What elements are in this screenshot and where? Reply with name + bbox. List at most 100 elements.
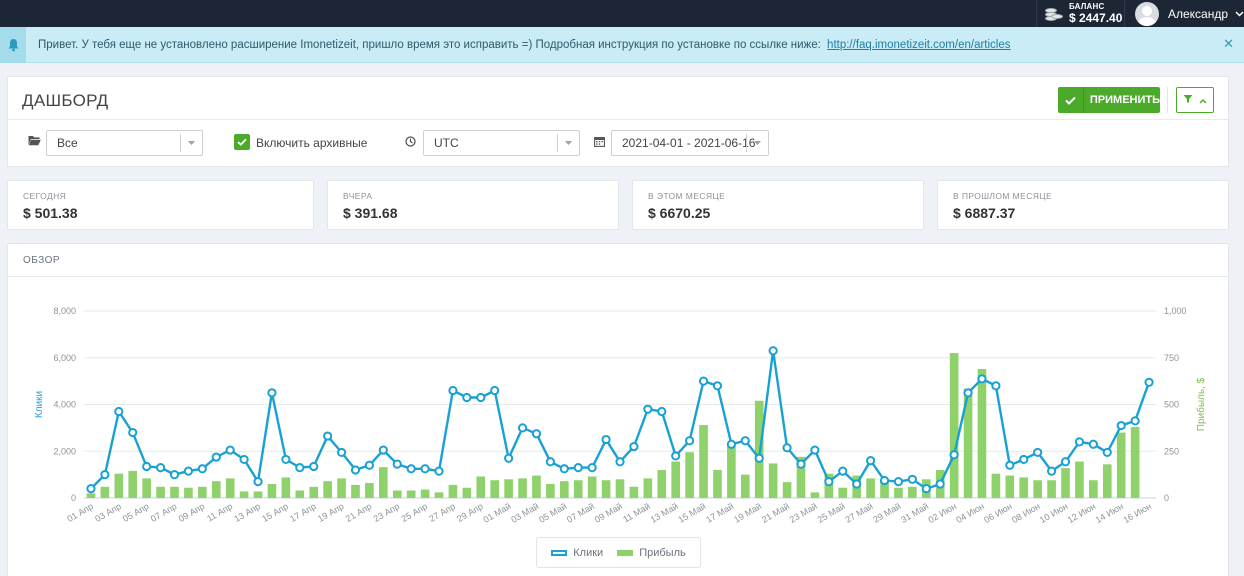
clicks-point: [977, 374, 987, 384]
clicks-point: [601, 434, 611, 445]
y-left-tick-label: 6,000: [53, 353, 76, 363]
date-range-picker[interactable]: 2021-04-01 - 2021-06-16: [611, 130, 769, 156]
include-archived-checkbox[interactable]: [234, 134, 250, 150]
include-archived-label: Включить архивные: [256, 136, 368, 150]
clicks-point: [295, 463, 305, 473]
x-tick-label: 12 Июн: [1066, 501, 1098, 525]
x-tick-label: 16 Июн: [1121, 501, 1153, 525]
profit-bar: [518, 478, 527, 498]
profit-bar: [643, 478, 653, 498]
x-tick-label: 11 Апр: [205, 501, 234, 524]
clicks-point: [364, 460, 375, 470]
clicks-point: [782, 443, 792, 453]
clicks-point: [211, 452, 221, 462]
clicks-point: [183, 466, 194, 476]
profit-bar: [448, 484, 458, 498]
profit-bar: [309, 486, 319, 498]
profit-bar: [1047, 480, 1056, 498]
caret-down-icon: [557, 134, 579, 152]
profit-bar: [977, 368, 987, 498]
x-tick-label: 19 Апр: [316, 501, 346, 524]
clicks-point: [434, 466, 444, 476]
clicks-point: [1060, 457, 1071, 467]
clicks-point: [1116, 420, 1126, 431]
profit-bar: [713, 469, 722, 498]
profit-bar: [267, 483, 277, 498]
coins-icon: [1043, 4, 1063, 24]
faq-link[interactable]: http://faq.imonetizeit.com/en/articles: [827, 39, 1010, 51]
clicks-point: [685, 436, 695, 446]
profit-bar: [365, 483, 374, 498]
y-right-tick-label: 250: [1164, 446, 1179, 456]
legend-item-clicks[interactable]: Клики: [551, 547, 603, 559]
clicks-point: [253, 477, 263, 487]
profit-bar: [434, 492, 444, 498]
profit-bar: [782, 482, 792, 498]
legend-item-profit[interactable]: Прибыль: [617, 547, 686, 559]
profit-bar: [100, 486, 110, 498]
timezone-select[interactable]: UTC: [423, 130, 580, 156]
x-tick-label: 15 Май: [676, 501, 707, 525]
profit-bar: [337, 478, 346, 498]
clicks-point: [671, 451, 681, 461]
timezone-select-value: UTC: [434, 136, 459, 150]
y-left-tick-label: 8,000: [53, 306, 76, 316]
x-tick-label: 31 Май: [899, 501, 930, 525]
clicks-point: [963, 388, 973, 398]
stat-value: $ 6670.25: [648, 205, 711, 221]
profit-bar: [1102, 464, 1112, 498]
clicks-point: [1019, 454, 1029, 465]
clicks-point: [406, 464, 416, 474]
clicks-point: [504, 453, 514, 463]
scope-select[interactable]: Все: [46, 130, 203, 156]
stat-label: СЕГОДНЯ: [23, 191, 67, 201]
apply-button-label: ПРИМЕНИТЬ: [1089, 94, 1160, 106]
clicks-point: [378, 445, 388, 455]
date-range-value: 2021-04-01 - 2021-06-16: [622, 136, 756, 150]
y-right-axis-label: Прибыль, $: [1195, 377, 1207, 431]
profit-bar: [128, 470, 138, 498]
y-left-tick-label: 2,000: [53, 446, 76, 456]
header-separator: [1167, 87, 1168, 113]
profit-bar: [546, 483, 555, 498]
clicks-point: [559, 464, 569, 474]
profit-bar: [462, 487, 472, 498]
clicks-point: [142, 461, 152, 472]
y-right-tick-label: 1,000: [1164, 306, 1187, 316]
profit-bar: [406, 490, 416, 498]
x-tick-label: 23 Май: [788, 501, 819, 525]
profit-bar: [671, 461, 681, 498]
profit-bar: [1061, 468, 1070, 498]
profit-bar: [810, 492, 820, 498]
profit-bar: [504, 479, 513, 498]
clicks-point: [545, 457, 555, 467]
stat-label: В ПРОШЛОМ МЕСЯЦЕ: [953, 191, 1053, 201]
x-tick-label: 14 Июн: [1094, 501, 1126, 525]
profit-bar: [156, 486, 165, 498]
dashboard-header-panel: ДАШБОРД ПРИМЕНИТЬ Все Включить архивные …: [7, 76, 1229, 167]
user-menu[interactable]: Александр: [1124, 0, 1244, 27]
x-tick-label: 15 Апр: [260, 501, 290, 524]
balance-widget[interactable]: БАЛАНС $ 2447.40: [1036, 0, 1124, 27]
page-title: ДАШБОРД: [22, 91, 109, 110]
x-tick-label: 08 Июн: [1010, 501, 1042, 525]
clicks-point: [1074, 437, 1085, 447]
x-tick-label: 04 Июн: [954, 501, 986, 525]
profit-bar: [685, 452, 694, 498]
clicks-point: [1102, 447, 1112, 458]
clicks-point: [768, 346, 778, 356]
user-name: Александр: [1167, 6, 1228, 21]
close-icon[interactable]: ✕: [1223, 36, 1234, 52]
apply-button[interactable]: ПРИМЕНИТЬ: [1058, 87, 1160, 113]
profit-bar: [281, 477, 291, 498]
alert-message: Привет. У тебя еще не установлено расшир…: [38, 38, 821, 51]
clicks-point: [169, 470, 180, 480]
clicks-point: [1005, 460, 1015, 470]
y-left-tick-label: 4,000: [53, 400, 76, 410]
clicks-point: [281, 454, 291, 465]
folder-icon: [28, 135, 41, 149]
filter-toggle-button[interactable]: [1176, 87, 1214, 113]
x-tick-label: 27 Май: [843, 501, 874, 525]
caret-down-icon: [746, 134, 768, 152]
x-tick-label: 02 Июн: [927, 501, 959, 525]
